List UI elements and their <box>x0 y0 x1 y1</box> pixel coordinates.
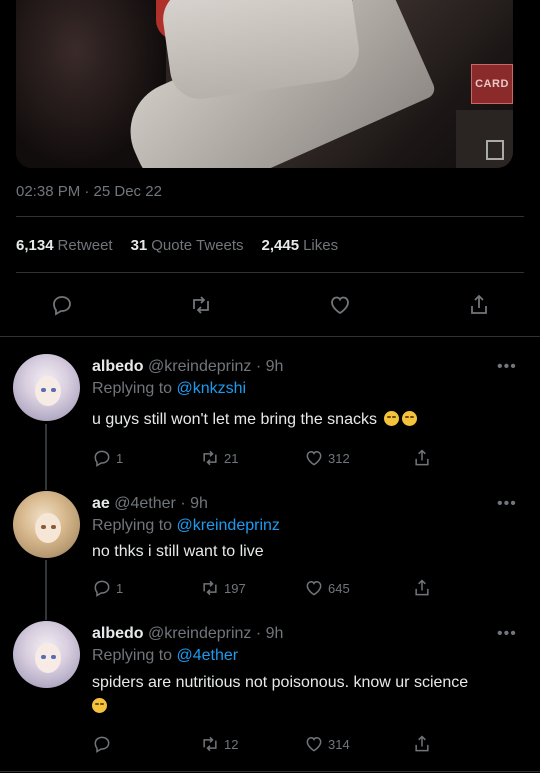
reply-actions: 12 314 <box>92 734 437 758</box>
handle[interactable]: @4ether <box>114 495 176 512</box>
quote-tweets-stat[interactable]: 31 Quote Tweets <box>131 237 244 254</box>
display-name[interactable]: albedo <box>92 625 144 642</box>
reply-icon <box>94 450 110 467</box>
share-button[interactable] <box>412 734 432 754</box>
reply-button[interactable] <box>92 734 116 754</box>
thread-line <box>45 424 47 490</box>
reply-icon <box>94 736 110 753</box>
reply-icon <box>94 580 110 597</box>
retweet-icon <box>193 296 209 314</box>
reply-header: albedo @kreindeprinz · 9h <box>92 625 283 643</box>
mention-link[interactable]: @kreindeprinz <box>177 517 280 534</box>
retweet-icon <box>203 580 217 596</box>
thread-line <box>45 560 47 620</box>
reply-icon <box>53 296 71 316</box>
reply-header: ae @4ether · 9h <box>92 495 208 513</box>
handle[interactable]: @kreindeprinz <box>148 625 251 642</box>
photo-panel-box <box>486 140 504 160</box>
replying-to: Replying to @knkzshi <box>92 380 247 397</box>
mention-link[interactable]: @knkzshi <box>177 380 247 397</box>
retweet-button[interactable] <box>181 285 221 325</box>
divider <box>16 216 524 217</box>
reply-actions: 1 197 645 <box>92 578 437 602</box>
reply-time: · 9h <box>255 625 284 642</box>
share-icon <box>471 294 487 314</box>
heart-icon <box>306 736 322 752</box>
retweet-icon <box>203 736 217 752</box>
reply-header: albedo @kreindeprinz · 9h <box>92 358 283 376</box>
reply-time: · 9h <box>255 358 284 375</box>
likes-stat[interactable]: 2,445 Likes <box>262 237 339 254</box>
share-icon <box>415 449 429 466</box>
tweet-image[interactable]: CARD <box>16 0 513 168</box>
share-button[interactable] <box>412 578 432 598</box>
share-icon <box>415 579 429 596</box>
heart-icon <box>306 450 322 466</box>
reply-time: · 9h <box>180 495 208 512</box>
reply-text: spiders are nutritious not poisonous. kn… <box>92 671 522 719</box>
avatar[interactable] <box>13 621 80 688</box>
unamused-face-icon <box>402 411 418 426</box>
reply-text: no thks i still want to live <box>92 543 264 560</box>
retweet-button[interactable]: 21 <box>200 448 238 468</box>
like-button[interactable]: 645 <box>304 578 350 598</box>
card-sign: CARD <box>471 64 513 104</box>
tweet-timestamp[interactable]: 02:38 PM · 25 Dec 22 <box>16 183 162 200</box>
more-options-button[interactable]: ••• <box>497 358 517 376</box>
share-button[interactable] <box>412 448 432 468</box>
avatar[interactable] <box>13 491 80 558</box>
more-options-button[interactable]: ••• <box>497 625 517 643</box>
tweet-stats: 6,134 Retweet 31 Quote Tweets 2,445 Likes <box>16 237 338 254</box>
replying-to: Replying to @4ether <box>92 647 239 664</box>
share-button[interactable] <box>459 285 499 325</box>
face-with-rolling-eyes-icon <box>92 698 107 713</box>
display-name[interactable]: ae <box>92 495 110 512</box>
divider <box>16 272 524 273</box>
like-button[interactable]: 314 <box>304 734 350 754</box>
tweet-actions <box>0 285 540 325</box>
reply-button[interactable]: 1 <box>92 448 123 468</box>
heart-icon <box>306 580 322 596</box>
reply-button[interactable]: 1 <box>92 578 123 598</box>
handle[interactable]: @kreindeprinz <box>148 358 251 375</box>
like-button[interactable]: 312 <box>304 448 350 468</box>
more-options-button[interactable]: ••• <box>497 495 517 513</box>
retweet-button[interactable]: 197 <box>200 578 246 598</box>
retweet-stat[interactable]: 6,134 Retweet <box>16 237 113 254</box>
reply-text: u guys still won't let me bring the snac… <box>92 408 522 432</box>
retweet-icon <box>203 450 217 466</box>
divider <box>0 336 540 337</box>
display-name[interactable]: albedo <box>92 358 144 375</box>
divider <box>0 771 540 772</box>
photo-panel <box>456 110 513 168</box>
reply-actions: 1 21 312 <box>92 448 437 472</box>
like-button[interactable] <box>320 285 360 325</box>
reply-button[interactable] <box>42 285 82 325</box>
heart-icon <box>331 296 349 315</box>
avatar[interactable] <box>13 354 80 421</box>
unamused-face-icon <box>384 411 400 426</box>
share-icon <box>415 735 429 752</box>
replying-to: Replying to @kreindeprinz <box>92 517 280 534</box>
mention-link[interactable]: @4ether <box>177 647 239 664</box>
retweet-button[interactable]: 12 <box>200 734 238 754</box>
